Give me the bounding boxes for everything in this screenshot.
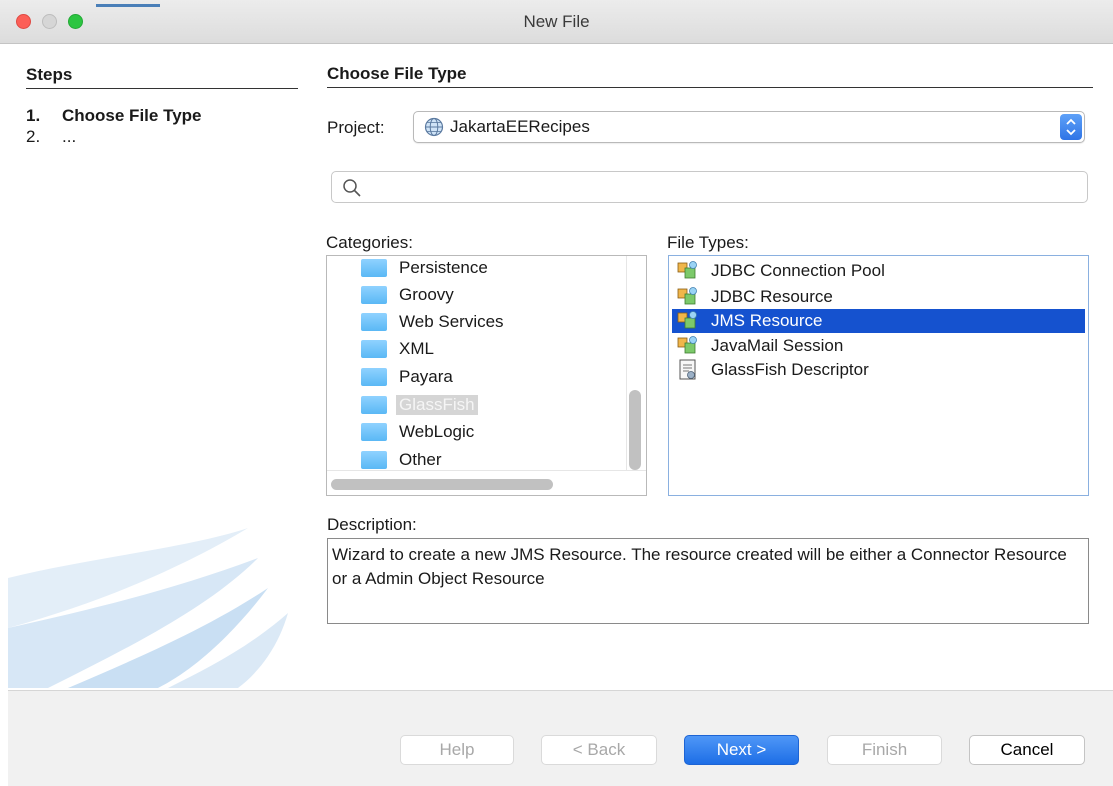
file-type-item[interactable]: GlassFish Descriptor xyxy=(672,358,1085,382)
step-number: 1. xyxy=(26,106,41,125)
resource-cube-icon xyxy=(677,287,697,305)
search-input[interactable] xyxy=(331,171,1088,203)
dropdown-stepper[interactable] xyxy=(1060,114,1082,140)
title-accent xyxy=(96,4,160,7)
window-title: New File xyxy=(523,12,590,31)
folder-icon xyxy=(361,423,387,441)
categories-list[interactable]: Persistence Groovy Web Services XML Paya… xyxy=(326,255,647,496)
folder-icon xyxy=(361,368,387,386)
finish-button[interactable]: Finish xyxy=(827,735,942,765)
folder-icon xyxy=(361,340,387,358)
folder-icon xyxy=(361,286,387,304)
help-button[interactable]: Help xyxy=(400,735,514,765)
category-item-selected[interactable]: GlassFish xyxy=(361,394,478,416)
steps-divider xyxy=(26,88,298,89)
categories-label: Categories: xyxy=(326,233,413,252)
project-select[interactable]: JakartaEERecipes xyxy=(413,111,1085,143)
description-label: Description: xyxy=(327,515,417,534)
category-item[interactable]: Groovy xyxy=(361,284,454,306)
step-label: ... xyxy=(62,127,77,146)
descriptor-document-icon xyxy=(679,359,696,380)
search-icon xyxy=(343,179,361,197)
folder-icon xyxy=(361,259,387,277)
title-divider xyxy=(327,87,1093,88)
resource-cube-icon xyxy=(677,311,697,329)
project-globe-icon xyxy=(424,117,444,137)
project-label: Project: xyxy=(327,118,385,137)
project-value: JakartaEERecipes xyxy=(450,117,590,136)
page-title: Choose File Type xyxy=(327,64,467,83)
file-type-item[interactable]: JavaMail Session xyxy=(672,334,1085,358)
step-number: 2. xyxy=(26,127,41,146)
title-bar: New File xyxy=(0,0,1113,44)
category-item[interactable]: Payara xyxy=(361,366,453,388)
next-button[interactable]: Next > xyxy=(684,735,799,765)
folder-icon xyxy=(361,396,387,414)
resource-cube-icon xyxy=(677,261,697,279)
category-item[interactable]: WebLogic xyxy=(361,421,474,443)
chevron-updown-icon xyxy=(1066,118,1076,136)
file-type-item-selected[interactable]: JMS Resource xyxy=(672,309,1085,333)
category-item[interactable]: Web Services xyxy=(361,311,504,333)
resource-cube-icon xyxy=(677,336,697,354)
vertical-scrollbar[interactable] xyxy=(629,390,641,470)
steps-pane: Steps 1. Choose File Type 2.... xyxy=(8,48,308,688)
file-types-label: File Types: xyxy=(667,233,749,252)
file-types-list[interactable]: JDBC Connection Pool JDBC Resource JMS R… xyxy=(668,255,1089,496)
netbeans-swoosh-graphic xyxy=(8,528,288,688)
step-label: Choose File Type xyxy=(62,106,202,125)
horizontal-scrollbar[interactable] xyxy=(331,479,553,490)
step-1: 1. Choose File Type xyxy=(26,106,202,126)
horizontal-scroll-track xyxy=(327,470,646,471)
cancel-button[interactable]: Cancel xyxy=(969,735,1085,765)
steps-heading: Steps xyxy=(26,65,73,84)
folder-icon xyxy=(361,313,387,331)
vertical-scroll-track xyxy=(626,256,627,470)
back-button[interactable]: < Back xyxy=(541,735,657,765)
description-text: Wizard to create a new JMS Resource. The… xyxy=(327,538,1089,624)
category-item[interactable]: Other xyxy=(361,449,442,471)
step-2: 2.... xyxy=(26,127,76,147)
file-type-item[interactable]: JDBC Connection Pool xyxy=(672,259,1085,283)
folder-icon xyxy=(361,451,387,469)
file-type-item[interactable]: JDBC Resource xyxy=(672,285,1085,309)
category-item[interactable]: XML xyxy=(361,338,434,360)
category-item[interactable]: Persistence xyxy=(361,257,488,279)
